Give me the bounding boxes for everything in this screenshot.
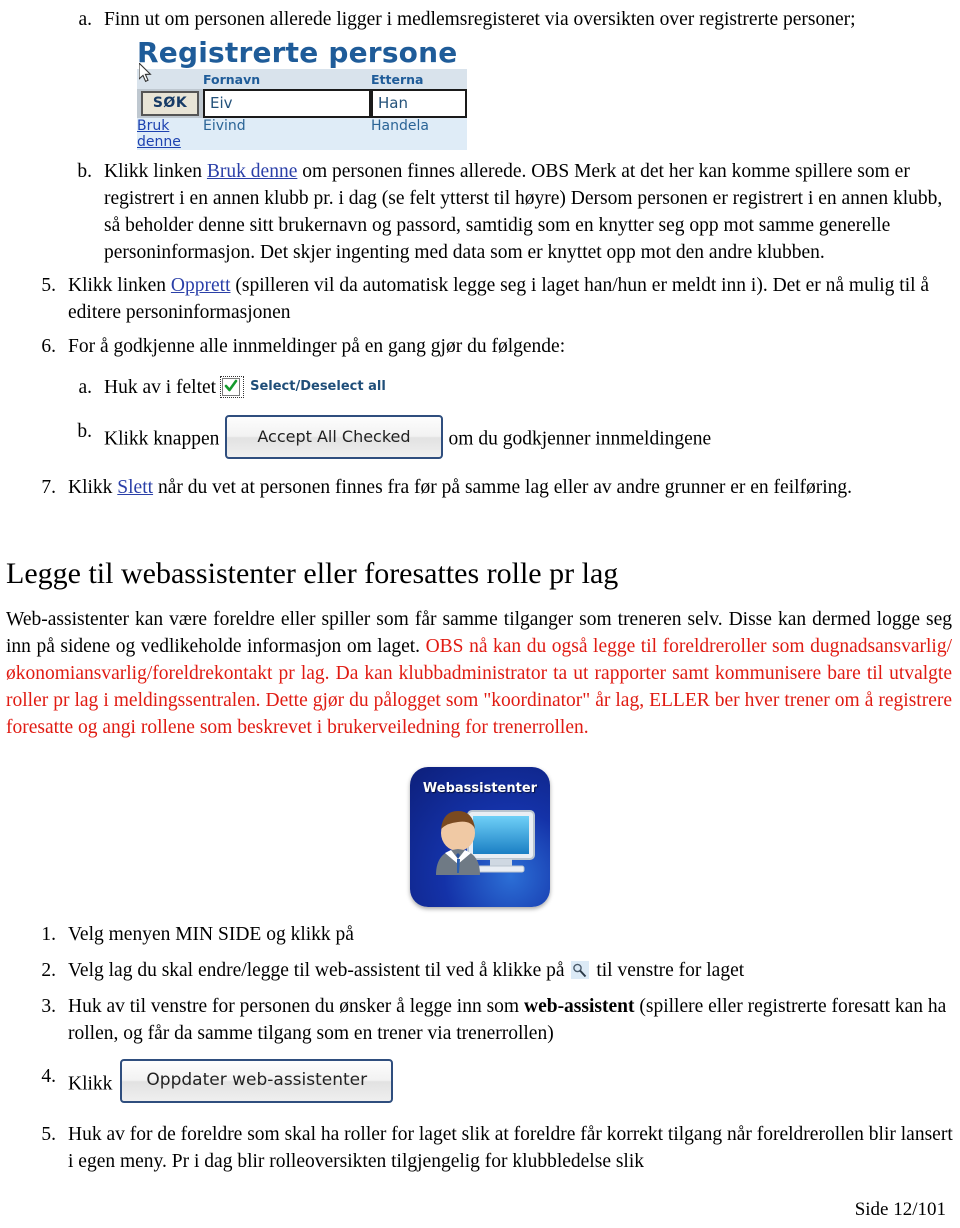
list-marker: 3. — [41, 996, 56, 1018]
text-after-button: om du godkjenner innmeldingene — [448, 428, 712, 450]
row-etternavn: Handela — [371, 118, 467, 150]
list-marker: 4. — [41, 1066, 56, 1088]
registrerte-personer-table: Fornavn Etterna SØK Eiv Han Bruk denne E… — [137, 69, 467, 150]
text-before-link: Klikk linken — [68, 275, 171, 296]
page-footer: Side 12/101 — [854, 1199, 946, 1220]
list-item-6b: b. Klikk knappen Accept All Checked om du … — [66, 415, 960, 462]
list-item-text: Klikk Slett når du vet at personen finne… — [68, 474, 960, 501]
list-marker: b. — [77, 161, 92, 182]
document-page: a. Finn ut om personen allerede ligger i… — [0, 6, 960, 1228]
list-item-text: Klikk linken Bruk denne om personen finn… — [104, 158, 960, 266]
list-item-6: 6. For å godkjenne alle innmeldinger på … — [34, 333, 960, 360]
checked-checkbox-icon[interactable] — [222, 377, 241, 396]
opprett-link[interactable]: Opprett — [171, 275, 231, 296]
list-item-3-bottom: 3. Huk av til venstre for personen du øn… — [34, 993, 960, 1047]
text-before-icon: Velg lag du skal endre/legge til web-ass… — [68, 960, 570, 982]
list-item-text: Klikk linken Opprett (spilleren vil da a… — [68, 272, 960, 326]
list-item-5-bottom: 5. Huk av for de foreldre som skal ha ro… — [34, 1121, 960, 1175]
webassistent-person-monitor-icon: Webassistenter — [410, 767, 550, 908]
checkbox-label: Select/Deselect all — [250, 379, 386, 395]
etternavn-input-cell: Han — [371, 89, 467, 118]
accept-all-checked-button[interactable]: Accept All Checked — [225, 415, 443, 460]
text-before-link: Klikk linken — [104, 161, 207, 182]
list-marker: 2. — [41, 960, 56, 982]
list-item-text: Huk av til venstre for personen du ønske… — [68, 993, 960, 1047]
list-item-2-bottom: 2. Velg lag du skal endre/legge til web-… — [34, 957, 960, 984]
sok-button[interactable]: SØK — [141, 91, 199, 116]
list-marker: a. — [78, 9, 92, 30]
list-item-text: Klikk Oppdater web-assistenter — [68, 1059, 960, 1107]
text-after-link: når du vet at personen finnes fra før på… — [153, 477, 853, 499]
list-item-7: 7. Klikk Slett når du vet at personen fi… — [34, 474, 960, 501]
edit-magnifier-icon[interactable] — [571, 960, 590, 979]
table-search-row: SØK Eiv Han — [137, 89, 467, 118]
section-paragraph: Web-assistenter kan være foreldre eller … — [6, 606, 952, 741]
list-marker: 7. — [41, 477, 56, 499]
list-marker: 6. — [41, 336, 56, 357]
list-marker: 1. — [41, 924, 56, 946]
fornavn-input-cell: Eiv — [203, 89, 371, 118]
search-button-cell: SØK — [137, 89, 203, 118]
list-item-text: Huk av for de foreldre som skal ha rolle… — [68, 1124, 953, 1173]
text-label: Huk av i feltet — [104, 377, 217, 398]
list-item-text: Velg menyen MIN SIDE og klikk på — [68, 924, 354, 946]
page-title: Legge til webassistenter eller foresatte… — [6, 557, 619, 591]
list-item-1-bottom: 1. Velg menyen MIN SIDE og klikk på — [34, 921, 960, 948]
list-marker: a. — [78, 377, 92, 398]
table-header-row: Fornavn Etterna — [137, 69, 467, 89]
oppdater-web-assistenter-button[interactable]: Oppdater web-assistenter — [120, 1059, 394, 1104]
webassistent-icon-wrapper: Webassistenter — [0, 767, 960, 908]
bruk-denne-link[interactable]: Bruk denne — [207, 161, 297, 182]
etternavn-input[interactable]: Han — [371, 89, 467, 118]
mouse-pointer-icon — [139, 63, 152, 83]
table-row: Bruk denne Eivind Handela — [137, 118, 467, 150]
table-header-etternavn: Etterna — [371, 69, 467, 89]
list-item-5: 5. Klikk linken Opprett (spilleren vil d… — [34, 272, 960, 326]
list-item-a-top: a. Finn ut om personen allerede ligger i… — [66, 6, 960, 33]
list-item-b-top: b. Klikk linken Bruk denne om personen f… — [66, 158, 960, 266]
registrerte-personer-screenshot: Registrerte persone Fornavn Etterna SØK … — [137, 37, 467, 150]
slett-link[interactable]: Slett — [117, 477, 153, 498]
select-deselect-all-control[interactable]: Select/Deselect all — [220, 373, 386, 400]
bruk-denne-link-line2[interactable]: denne — [137, 134, 203, 150]
list-item-text: Klikk knappen Accept All Checked om du god… — [104, 415, 960, 462]
bruk-denne-link-line1[interactable]: Bruk — [137, 118, 203, 134]
row-fornavn: Eivind — [203, 118, 371, 150]
text-before-button: Klikk — [68, 1073, 113, 1095]
list-marker: b. — [77, 421, 92, 443]
app-heading: Registrerte persone — [137, 37, 458, 69]
fornavn-input[interactable]: Eiv — [203, 89, 371, 118]
table-header-fornavn: Fornavn — [203, 69, 371, 89]
list-item-text: For å godkjenne alle innmeldinger på en … — [68, 336, 566, 357]
text-after-icon: til venstre for laget — [591, 960, 745, 982]
text-before-bold: Huk av til venstre for personen du ønske… — [68, 996, 524, 1018]
list-marker: 5. — [41, 275, 56, 296]
text-before-link: Klikk — [68, 477, 118, 499]
list-item-text: Huk av i feltet Select/Deselect all — [104, 374, 960, 402]
list-item-6a: a. Huk av i feltet Select/Deselect all — [66, 374, 960, 402]
list-item-4-bottom: 4. Klikk Oppdater web-assistenter — [34, 1059, 960, 1107]
bold-term: web-assistent — [523, 996, 635, 1018]
monitor-person-art — [436, 810, 535, 876]
list-marker: 5. — [41, 1124, 56, 1146]
checkbox-focus-ring — [220, 375, 245, 398]
text-before-button: Klikk knappen — [104, 428, 220, 450]
list-item-text: Finn ut om personen allerede ligger i me… — [104, 9, 856, 30]
bruk-denne-cell: Bruk denne — [137, 118, 203, 150]
list-item-text: Velg lag du skal endre/legge til web-ass… — [68, 957, 960, 984]
